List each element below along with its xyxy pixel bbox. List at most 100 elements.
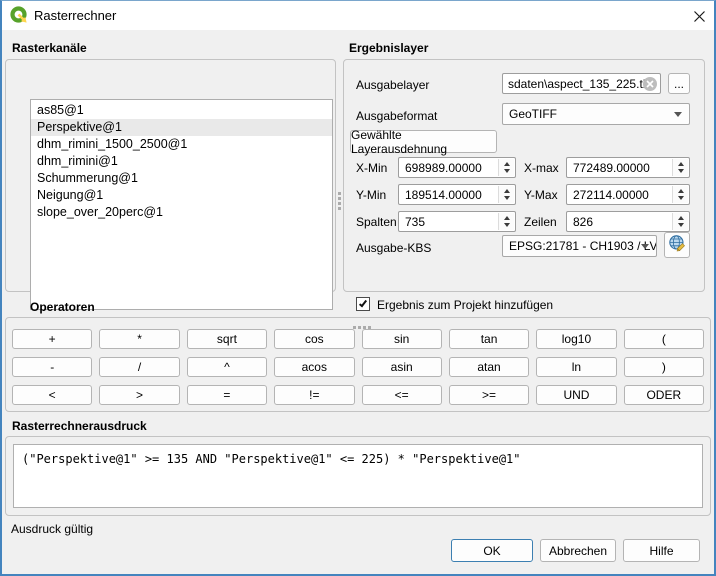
spin-arrows bbox=[498, 213, 514, 230]
operator-button[interactable]: >= bbox=[448, 385, 530, 405]
expression-status: Ausdruck gültig bbox=[11, 522, 94, 536]
operator-button[interactable]: = bbox=[186, 385, 268, 405]
clear-field-icon[interactable] bbox=[643, 77, 657, 91]
spin-down-button[interactable] bbox=[503, 169, 510, 173]
spin-arrows bbox=[672, 186, 688, 203]
operator-button[interactable]: ln bbox=[536, 357, 617, 377]
operator-button[interactable]: tan bbox=[448, 329, 530, 349]
operator-button[interactable]: sqrt bbox=[186, 329, 268, 349]
operator-button[interactable]: sin bbox=[361, 329, 442, 349]
raster-bands-section-label: Rasterkanäle bbox=[12, 41, 87, 55]
raster-band-item[interactable]: dhm_rimini_1500_2500@1 bbox=[31, 136, 332, 153]
spin-down-button[interactable] bbox=[677, 169, 684, 173]
operator-button[interactable]: cos bbox=[274, 329, 355, 349]
raster-band-item[interactable]: slope_over_20perc@1 bbox=[31, 204, 332, 221]
splitter-handle-vertical[interactable] bbox=[338, 192, 341, 195]
operator-button[interactable]: asin bbox=[361, 357, 442, 377]
ymax-label: Y-Max bbox=[524, 188, 558, 202]
output-layer-input[interactable]: sdaten\aspect_135_225.tif bbox=[502, 73, 661, 94]
operator-button[interactable]: ) bbox=[623, 357, 704, 377]
operator-button[interactable]: + bbox=[12, 329, 93, 349]
spin-up-button[interactable] bbox=[503, 189, 510, 193]
spin-up-button[interactable] bbox=[503, 216, 510, 220]
columns-spinbox[interactable]: 735 bbox=[398, 211, 516, 232]
operator-button[interactable]: - bbox=[12, 357, 93, 377]
help-button[interactable]: Hilfe bbox=[623, 539, 700, 562]
ymin-value: 189514.00000 bbox=[405, 187, 482, 202]
select-crs-button[interactable] bbox=[664, 232, 690, 258]
spin-down-button[interactable] bbox=[677, 196, 684, 200]
spin-arrows bbox=[498, 159, 514, 176]
raster-bands-list[interactable]: as85@1 Perspektive@1 dhm_rimini_1500_250… bbox=[30, 99, 333, 310]
spin-arrows bbox=[672, 213, 688, 230]
operator-button[interactable]: log10 bbox=[536, 329, 617, 349]
spin-arrows bbox=[498, 186, 514, 203]
rows-label: Zeilen bbox=[524, 215, 557, 229]
output-format-value: GeoTIFF bbox=[509, 107, 558, 121]
qgis-logo-icon bbox=[10, 6, 28, 24]
operators-section-label: Operatoren bbox=[30, 300, 95, 314]
expression-section-label: Rasterrechnerausdruck bbox=[12, 419, 147, 433]
cancel-button[interactable]: Abbrechen bbox=[540, 539, 616, 562]
raster-bands-groupbox: as85@1 Perspektive@1 dhm_rimini_1500_250… bbox=[5, 59, 336, 310]
spin-up-button[interactable] bbox=[677, 162, 684, 166]
output-layer-label: Ausgabelayer bbox=[356, 78, 430, 92]
chevron-down-icon bbox=[674, 112, 682, 117]
result-layer-section-label: Ergebnislayer bbox=[349, 41, 429, 55]
operator-button[interactable]: UND bbox=[536, 385, 617, 405]
operator-button[interactable]: ( bbox=[623, 329, 704, 349]
operator-button[interactable]: <= bbox=[361, 385, 442, 405]
raster-band-item[interactable]: Schummerung@1 bbox=[31, 170, 332, 187]
operator-button[interactable]: != bbox=[274, 385, 355, 405]
expression-editor[interactable]: ("Perspektive@1" >= 135 AND "Perspektive… bbox=[13, 444, 703, 508]
ymin-spinbox[interactable]: 189514.00000 bbox=[398, 184, 516, 205]
raster-band-item[interactable]: Neigung@1 bbox=[31, 187, 332, 204]
chevron-down-icon bbox=[641, 244, 649, 249]
xmin-value: 698989.00000 bbox=[405, 160, 482, 175]
output-crs-label: Ausgabe-KBS bbox=[356, 241, 432, 255]
raster-band-item[interactable]: as85@1 bbox=[31, 102, 332, 119]
spin-up-button[interactable] bbox=[503, 162, 510, 166]
output-crs-select[interactable]: EPSG:21781 - CH1903 / LV0 bbox=[502, 235, 657, 257]
output-format-select[interactable]: GeoTIFF bbox=[502, 103, 690, 125]
spin-down-button[interactable] bbox=[677, 223, 684, 227]
spin-down-button[interactable] bbox=[503, 196, 510, 200]
raster-band-item[interactable]: dhm_rimini@1 bbox=[31, 153, 332, 170]
xmax-spinbox[interactable]: 772489.00000 bbox=[566, 157, 690, 178]
columns-label: Spalten bbox=[356, 215, 397, 229]
operator-button[interactable]: / bbox=[99, 357, 180, 377]
spin-up-button[interactable] bbox=[677, 216, 684, 220]
add-to-project-checkbox[interactable] bbox=[356, 297, 370, 311]
ymax-spinbox[interactable]: 272114.00000 bbox=[566, 184, 690, 205]
ok-button[interactable]: OK bbox=[451, 539, 533, 562]
globe-crs-icon bbox=[668, 234, 687, 256]
browse-output-button[interactable]: ... bbox=[668, 73, 690, 94]
operator-button[interactable]: * bbox=[99, 329, 180, 349]
operator-button[interactable]: acos bbox=[274, 357, 355, 377]
xmax-label: X-max bbox=[524, 161, 559, 175]
operator-button[interactable]: < bbox=[12, 385, 93, 405]
rows-spinbox[interactable]: 826 bbox=[566, 211, 690, 232]
spin-down-button[interactable] bbox=[503, 223, 510, 227]
xmin-label: X-Min bbox=[356, 161, 388, 175]
raster-calculator-dialog: Rasterrechner Rasterkanäle as85@1 Perspe… bbox=[0, 0, 716, 576]
output-crs-value: EPSG:21781 - CH1903 / LV0 bbox=[509, 239, 657, 253]
operator-button[interactable]: ODER bbox=[623, 385, 704, 405]
operator-button[interactable]: ^ bbox=[186, 357, 268, 377]
add-to-project-label: Ergebnis zum Projekt hinzufügen bbox=[377, 298, 554, 312]
operator-button[interactable]: > bbox=[99, 385, 180, 405]
window-title: Rasterrechner bbox=[34, 8, 117, 23]
xmin-spinbox[interactable]: 698989.00000 bbox=[398, 157, 516, 178]
output-layer-value: sdaten\aspect_135_225.tif bbox=[508, 76, 649, 91]
xmax-value: 772489.00000 bbox=[573, 160, 650, 175]
operator-button[interactable]: atan bbox=[448, 357, 530, 377]
spin-arrows bbox=[672, 159, 688, 176]
raster-band-item[interactable]: Perspektive@1 bbox=[31, 119, 332, 136]
dialog-body: Rasterkanäle as85@1 Perspektive@1 dhm_ri… bbox=[0, 30, 716, 576]
close-icon[interactable] bbox=[688, 6, 710, 26]
columns-value: 735 bbox=[405, 214, 426, 229]
spin-up-button[interactable] bbox=[677, 189, 684, 193]
titlebar[interactable]: Rasterrechner bbox=[0, 0, 716, 30]
ymin-label: Y-Min bbox=[356, 188, 387, 202]
current-extent-button[interactable]: Gewählte Layerausdehnung bbox=[350, 128, 497, 156]
